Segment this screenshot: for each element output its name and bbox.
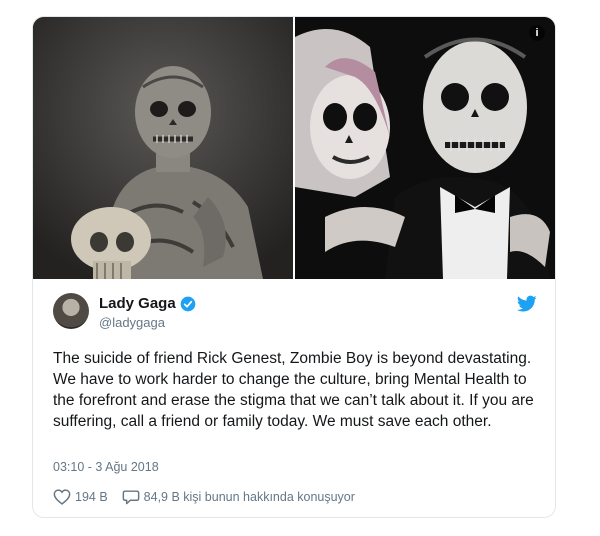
- info-icon[interactable]: i: [529, 25, 545, 41]
- heart-icon: [53, 489, 71, 505]
- author-name[interactable]: Lady Gaga: [99, 295, 176, 312]
- conversation-count: 84,9 B kişi bunun hakkında konuşuyor: [143, 490, 355, 504]
- like-count: 194 B: [75, 490, 108, 504]
- tweet-actions: 194 B 84,9 B kişi bunun hakkında konuşuy…: [53, 489, 369, 505]
- twitter-bird-icon[interactable]: [517, 295, 537, 313]
- tweet-media[interactable]: i: [33, 17, 555, 279]
- tweet-card[interactable]: i Lady Gaga @ladygaga The suicide of fri…: [32, 16, 556, 518]
- verified-badge-icon: [180, 296, 196, 311]
- skull-makeup-couple-photo: [295, 17, 555, 279]
- like-button[interactable]: 194 B: [53, 489, 108, 505]
- speech-bubble-icon: [122, 490, 140, 505]
- tweet-text: The suicide of friend Rick Genest, Zombi…: [53, 350, 534, 430]
- tweet-photo-left[interactable]: [33, 17, 293, 279]
- author-name-row[interactable]: Lady Gaga: [99, 295, 196, 312]
- tweet-timestamp[interactable]: 03:10 - 3 Ağu 2018: [53, 460, 159, 474]
- author-handle[interactable]: @ladygaga: [99, 315, 165, 330]
- tattooed-man-photo: [33, 17, 293, 279]
- avatar[interactable]: [53, 293, 89, 329]
- tweet-photo-right[interactable]: i: [295, 17, 555, 279]
- reply-button[interactable]: 84,9 B kişi bunun hakkında konuşuyor: [122, 489, 355, 505]
- tweet-header: Lady Gaga @ladygaga: [53, 293, 537, 333]
